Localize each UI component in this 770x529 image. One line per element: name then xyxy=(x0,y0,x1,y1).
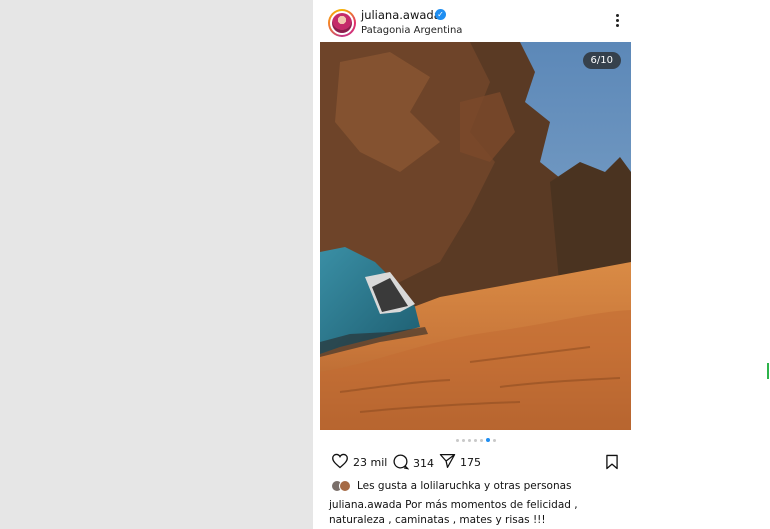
edge-indicator xyxy=(767,363,769,379)
more-icon[interactable] xyxy=(616,14,620,30)
instagram-post: juliana.awada ✓ Patagonia Argentina 6/10… xyxy=(313,0,638,529)
right-background-panel xyxy=(638,0,770,529)
comment-icon xyxy=(392,453,410,473)
carousel-dot[interactable] xyxy=(455,439,459,442)
carousel-dot-active[interactable] xyxy=(485,438,490,442)
share-button[interactable]: 175 xyxy=(439,453,481,472)
liker-avatar xyxy=(339,480,351,492)
left-background-panel xyxy=(0,0,313,529)
post-header: juliana.awada ✓ Patagonia Argentina xyxy=(313,0,638,42)
action-bar: 23 mil 314 175 xyxy=(313,450,638,474)
liker-avatars xyxy=(331,480,351,492)
shares-count: 175 xyxy=(460,456,481,469)
comment-button[interactable]: 314 xyxy=(392,453,434,473)
heart-icon xyxy=(331,453,349,472)
carousel-dots xyxy=(313,438,638,444)
bookmark-icon xyxy=(606,454,618,470)
avatar[interactable] xyxy=(328,9,356,37)
likes-count: 23 mil xyxy=(353,456,388,469)
comments-count: 314 xyxy=(413,456,434,470)
carousel-dot[interactable] xyxy=(461,439,465,442)
bookmark-button[interactable] xyxy=(605,454,619,474)
share-icon xyxy=(439,453,456,472)
like-button[interactable]: 23 mil xyxy=(331,453,387,472)
liked-by-row[interactable]: Les gusta a lolilaruchka y otras persona… xyxy=(331,480,572,492)
post-image[interactable]: 6/10 xyxy=(320,42,631,430)
post-caption: juliana.awada Por más momentos de felici… xyxy=(329,498,629,528)
username[interactable]: juliana.awada xyxy=(361,8,441,22)
caption-line: naturaleza , caminatas , mates y risas !… xyxy=(329,514,546,526)
photo-illustration xyxy=(320,42,631,430)
liked-by-text: Les gusta a lolilaruchka y otras persona… xyxy=(357,480,572,492)
carousel-dot[interactable] xyxy=(467,439,471,442)
carousel-dot[interactable] xyxy=(492,439,496,442)
carousel-dot[interactable] xyxy=(473,439,477,442)
verified-icon: ✓ xyxy=(435,9,446,20)
carousel-dot[interactable] xyxy=(479,439,483,442)
location-link[interactable]: Patagonia Argentina xyxy=(361,25,462,36)
slide-counter: 6/10 xyxy=(582,52,621,69)
caption-line: juliana.awada Por más momentos de felici… xyxy=(329,499,578,511)
